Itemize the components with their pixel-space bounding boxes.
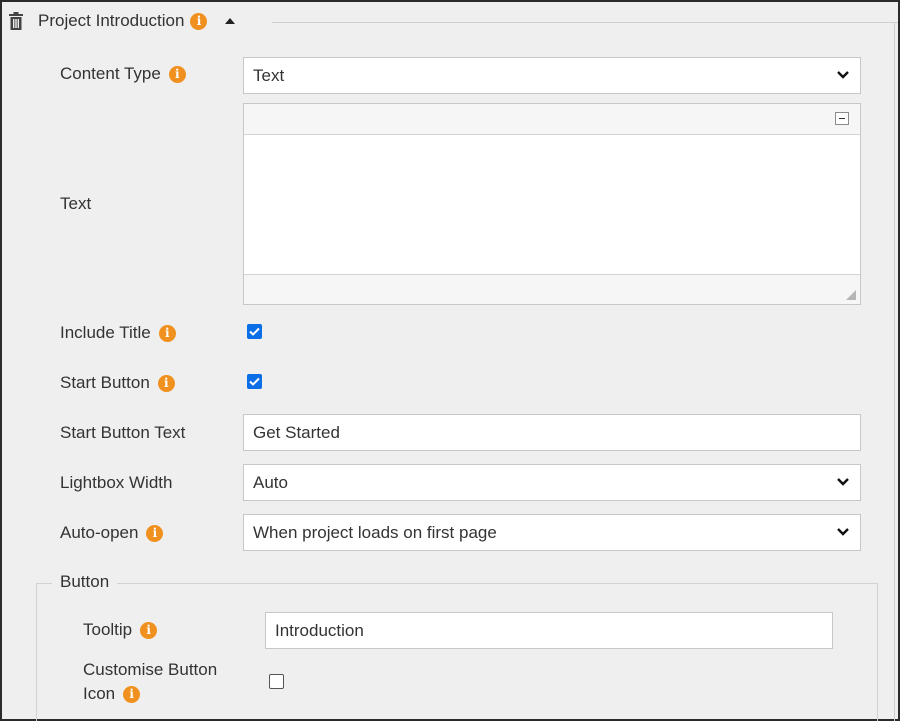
editor-content-area[interactable]: [244, 135, 860, 274]
info-icon[interactable]: i: [158, 324, 176, 342]
auto-open-label: Auto-open i: [60, 523, 164, 543]
include-title-label-text: Include Title: [60, 323, 151, 342]
customise-icon-checkbox[interactable]: [269, 674, 284, 689]
info-icon[interactable]: i: [123, 685, 141, 703]
lightbox-width-label-text: Lightbox Width: [60, 473, 173, 492]
lightbox-width-value: Auto: [253, 472, 288, 492]
resize-grip-icon[interactable]: [846, 290, 856, 300]
trash-icon[interactable]: [8, 12, 24, 30]
editor-status-bar: [244, 274, 860, 304]
start-button-checkbox[interactable]: [247, 374, 262, 389]
tooltip-input[interactable]: Introduction: [265, 612, 833, 649]
tooltip-label-text: Tooltip: [83, 620, 133, 639]
text-label: Text: [60, 194, 91, 214]
customise-icon-label: Customise Button Icon i: [83, 660, 217, 704]
text-editor: [243, 103, 861, 305]
chevron-down-icon: [837, 478, 849, 486]
content-type-label-text: Content Type: [60, 64, 161, 83]
start-button-text-label: Start Button Text: [60, 423, 185, 443]
tooltip-label: Tooltip i: [83, 620, 158, 640]
start-button-text-label-text: Start Button Text: [60, 423, 186, 442]
customise-icon-label-line1: Customise Button: [83, 660, 218, 679]
start-button-text-value: Get Started: [253, 422, 340, 442]
start-button-label: Start Button i: [60, 373, 175, 393]
panel-right-border: [894, 22, 895, 721]
header-divider: [272, 22, 898, 23]
chevron-down-icon: [837, 71, 849, 79]
lightbox-width-select[interactable]: Auto: [243, 464, 861, 501]
info-icon[interactable]: i: [140, 621, 158, 639]
caret-up-icon[interactable]: [225, 18, 236, 24]
customise-icon-label-line2-wrap: Icon i: [83, 684, 141, 704]
checkmark-icon: [249, 327, 260, 336]
content-type-value: Text: [253, 65, 285, 85]
info-icon[interactable]: i: [190, 12, 208, 30]
include-title-checkbox[interactable]: [247, 324, 262, 339]
button-fieldset-legend: Button: [52, 572, 118, 592]
collapse-toolbar-icon[interactable]: [835, 112, 849, 125]
tooltip-value: Introduction: [275, 620, 364, 640]
auto-open-label-text: Auto-open: [60, 523, 139, 542]
info-icon[interactable]: i: [146, 524, 164, 542]
chevron-down-icon: [837, 528, 849, 536]
auto-open-select[interactable]: When project loads on first page: [243, 514, 861, 551]
start-button-label-text: Start Button: [60, 373, 150, 392]
section-header: Project Introduction i: [8, 7, 236, 35]
info-icon[interactable]: i: [157, 374, 175, 392]
checkmark-icon: [249, 377, 260, 386]
section-title: Project Introduction: [38, 11, 185, 30]
auto-open-value: When project loads on first page: [253, 522, 497, 542]
lightbox-width-label: Lightbox Width: [60, 473, 172, 493]
editor-toolbar: [244, 104, 860, 135]
include-title-label: Include Title i: [60, 323, 176, 343]
customise-icon-label-line2: Icon: [83, 684, 116, 703]
content-type-select[interactable]: Text: [243, 57, 861, 94]
text-label-text: Text: [60, 194, 92, 213]
content-type-label: Content Type i: [60, 64, 186, 84]
info-icon[interactable]: i: [168, 65, 186, 83]
start-button-text-input[interactable]: Get Started: [243, 414, 861, 451]
